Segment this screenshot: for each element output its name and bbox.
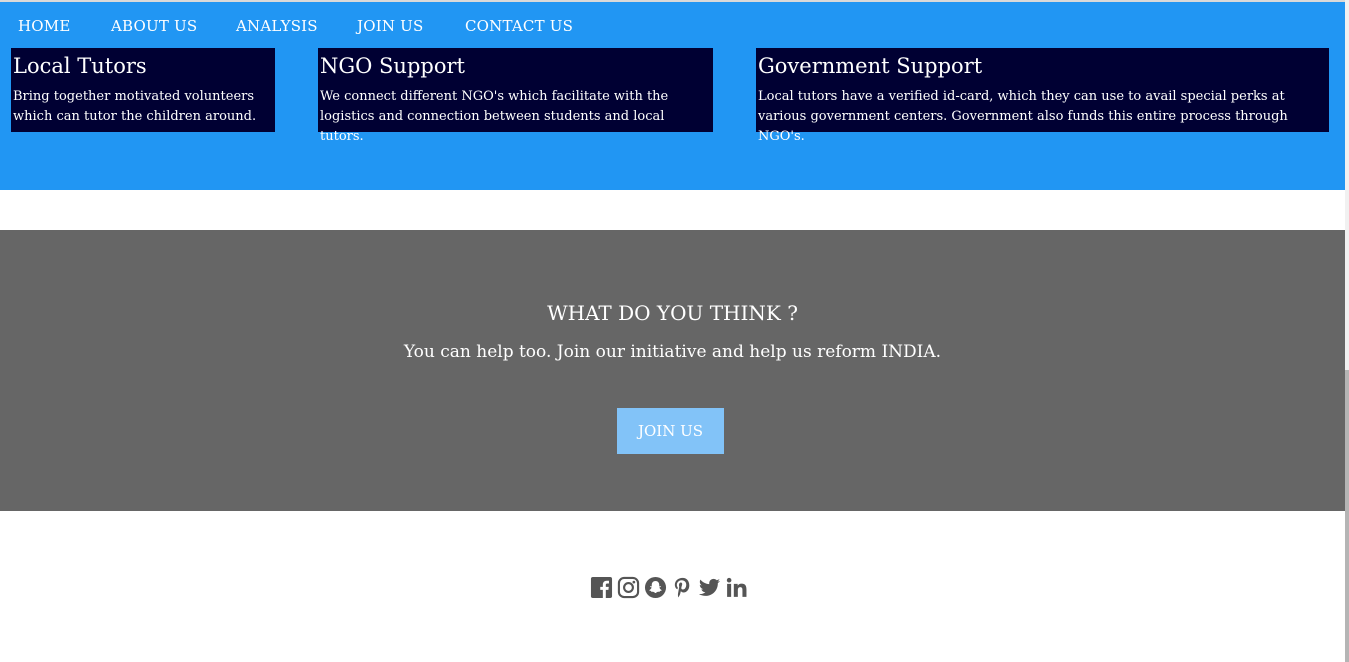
feature-title: Local Tutors: [13, 54, 147, 78]
social-links: [590, 575, 748, 599]
feature-title: NGO Support: [320, 54, 465, 78]
cta-section: WHAT DO YOU THINK ? You can help too. Jo…: [0, 230, 1345, 511]
scrollbar-thumb[interactable]: [1345, 370, 1349, 662]
instagram-icon[interactable]: [617, 576, 640, 599]
join-us-button[interactable]: JOIN US: [617, 408, 724, 454]
facebook-icon[interactable]: [590, 576, 613, 599]
page: HOME ABOUT US ANALYSIS JOIN US CONTACT U…: [0, 0, 1349, 662]
nav-contact-us[interactable]: CONTACT US: [465, 14, 573, 38]
nav-analysis[interactable]: ANALYSIS: [236, 14, 318, 38]
nav-join-us[interactable]: JOIN US: [357, 14, 423, 38]
top-nav: HOME ABOUT US ANALYSIS JOIN US CONTACT U…: [0, 14, 1345, 38]
feature-text: Local tutors have a verified id-card, wh…: [758, 89, 1288, 144]
snapchat-icon[interactable]: [644, 576, 667, 599]
header-section: HOME ABOUT US ANALYSIS JOIN US CONTACT U…: [0, 2, 1345, 190]
feature-card-ngo-support: NGO Support We connect different NGO's w…: [318, 48, 713, 144]
pinterest-icon[interactable]: [671, 576, 694, 599]
twitter-icon[interactable]: [698, 576, 721, 599]
nav-about-us[interactable]: ABOUT US: [111, 14, 197, 38]
feature-text: We connect different NGO's which facilit…: [320, 89, 669, 144]
feature-card-government-support: Government Support Local tutors have a v…: [756, 48, 1329, 144]
linkedin-icon[interactable]: [725, 576, 748, 599]
feature-card-local-tutors: Local Tutors Bring together motivated vo…: [11, 48, 275, 132]
feature-text: Bring together motivated volunteers whic…: [13, 89, 257, 124]
cta-text: You can help too. Join our initiative an…: [403, 342, 942, 362]
nav-home[interactable]: HOME: [18, 14, 71, 38]
cta-title: WHAT DO YOU THINK ?: [547, 301, 798, 325]
feature-title: Government Support: [758, 54, 983, 78]
